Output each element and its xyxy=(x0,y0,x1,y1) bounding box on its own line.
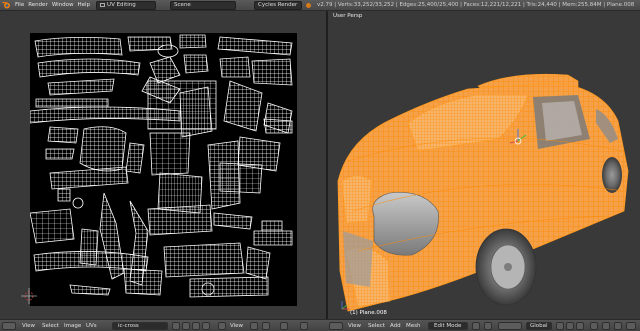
orientation-value: Global xyxy=(530,323,548,329)
edge-select-icon[interactable] xyxy=(566,322,574,330)
menu-window[interactable]: Window xyxy=(52,2,74,8)
pin-icon[interactable] xyxy=(192,322,200,330)
uv-layout-canvas[interactable] xyxy=(30,33,297,306)
uv-menu-select[interactable]: Select xyxy=(42,322,59,330)
3d-menu-mesh[interactable]: Mesh xyxy=(406,322,420,330)
viewport-object-label: (1) Plane.008 xyxy=(350,310,387,316)
channels-icon[interactable] xyxy=(300,322,308,330)
editor-headers: View Select Image UVs ic-cross View View… xyxy=(0,319,640,331)
2d-cursor-icon[interactable] xyxy=(20,287,38,305)
3d-viewport[interactable]: User Persp (1) Plane.008 xyxy=(328,11,640,319)
uv-menu-uvs[interactable]: UVs xyxy=(86,322,97,330)
render-result-icon[interactable] xyxy=(280,322,288,330)
scene-select[interactable]: Scene xyxy=(170,0,237,10)
blender-logo-icon[interactable] xyxy=(2,1,11,9)
uv-sync-icon[interactable] xyxy=(202,322,210,330)
uv-editor-type-button[interactable] xyxy=(2,322,16,330)
screen-layout-value: UV Editing xyxy=(107,1,136,8)
stats-text: v2.79 | Verts:33,252/33,252 | Edges:25,4… xyxy=(317,2,635,8)
snap-icon[interactable] xyxy=(250,322,258,330)
pivot-point-icon[interactable] xyxy=(484,322,492,330)
open-image-button[interactable] xyxy=(182,322,190,330)
new-image-button[interactable] xyxy=(172,322,180,330)
render-engine-value: Cycles Render xyxy=(258,1,298,8)
uv-menu-view[interactable]: View xyxy=(22,322,35,330)
menu-render[interactable]: Render xyxy=(28,2,48,8)
mode-value: Edit Mode xyxy=(434,323,462,329)
uv-editor-area[interactable] xyxy=(0,11,326,319)
scene-value: Scene xyxy=(174,1,191,8)
menu-help[interactable]: Help xyxy=(78,2,91,8)
uv-menu-image[interactable]: Image xyxy=(64,322,81,330)
info-header: File Render Window Help UV Editing Scene… xyxy=(0,0,640,11)
image-name-value: ic-cross xyxy=(118,323,139,329)
snap-magnet-icon[interactable] xyxy=(614,322,622,330)
vertex-select-icon[interactable] xyxy=(556,322,564,330)
render-preview-icon[interactable] xyxy=(626,322,636,330)
menu-file[interactable]: File xyxy=(15,2,24,8)
pivot-icon[interactable] xyxy=(218,322,226,330)
shading-icon[interactable] xyxy=(472,322,480,330)
3d-menu-select[interactable]: Select xyxy=(368,322,385,330)
layout-icon xyxy=(100,3,106,7)
render-engine-select[interactable]: Cycles Render xyxy=(254,0,303,10)
3d-menu-add[interactable]: Add xyxy=(390,322,401,330)
face-select-icon[interactable] xyxy=(576,322,584,330)
manipulator-icons[interactable] xyxy=(498,322,522,330)
3d-menu-view[interactable]: View xyxy=(348,322,361,330)
proportional-icon[interactable] xyxy=(262,322,270,330)
proportional-edit-icon[interactable] xyxy=(602,322,610,330)
uv-menu-view-2[interactable]: View xyxy=(230,322,243,330)
screen-layout-select[interactable]: UV Editing xyxy=(96,0,157,10)
uv-islands xyxy=(30,34,293,298)
occlude-icon[interactable] xyxy=(590,322,598,330)
3d-editor-type-button[interactable] xyxy=(329,322,343,330)
blender-small-icon xyxy=(306,2,312,8)
viewport-view-label: User Persp xyxy=(333,13,363,19)
car-mesh-model xyxy=(337,73,629,312)
